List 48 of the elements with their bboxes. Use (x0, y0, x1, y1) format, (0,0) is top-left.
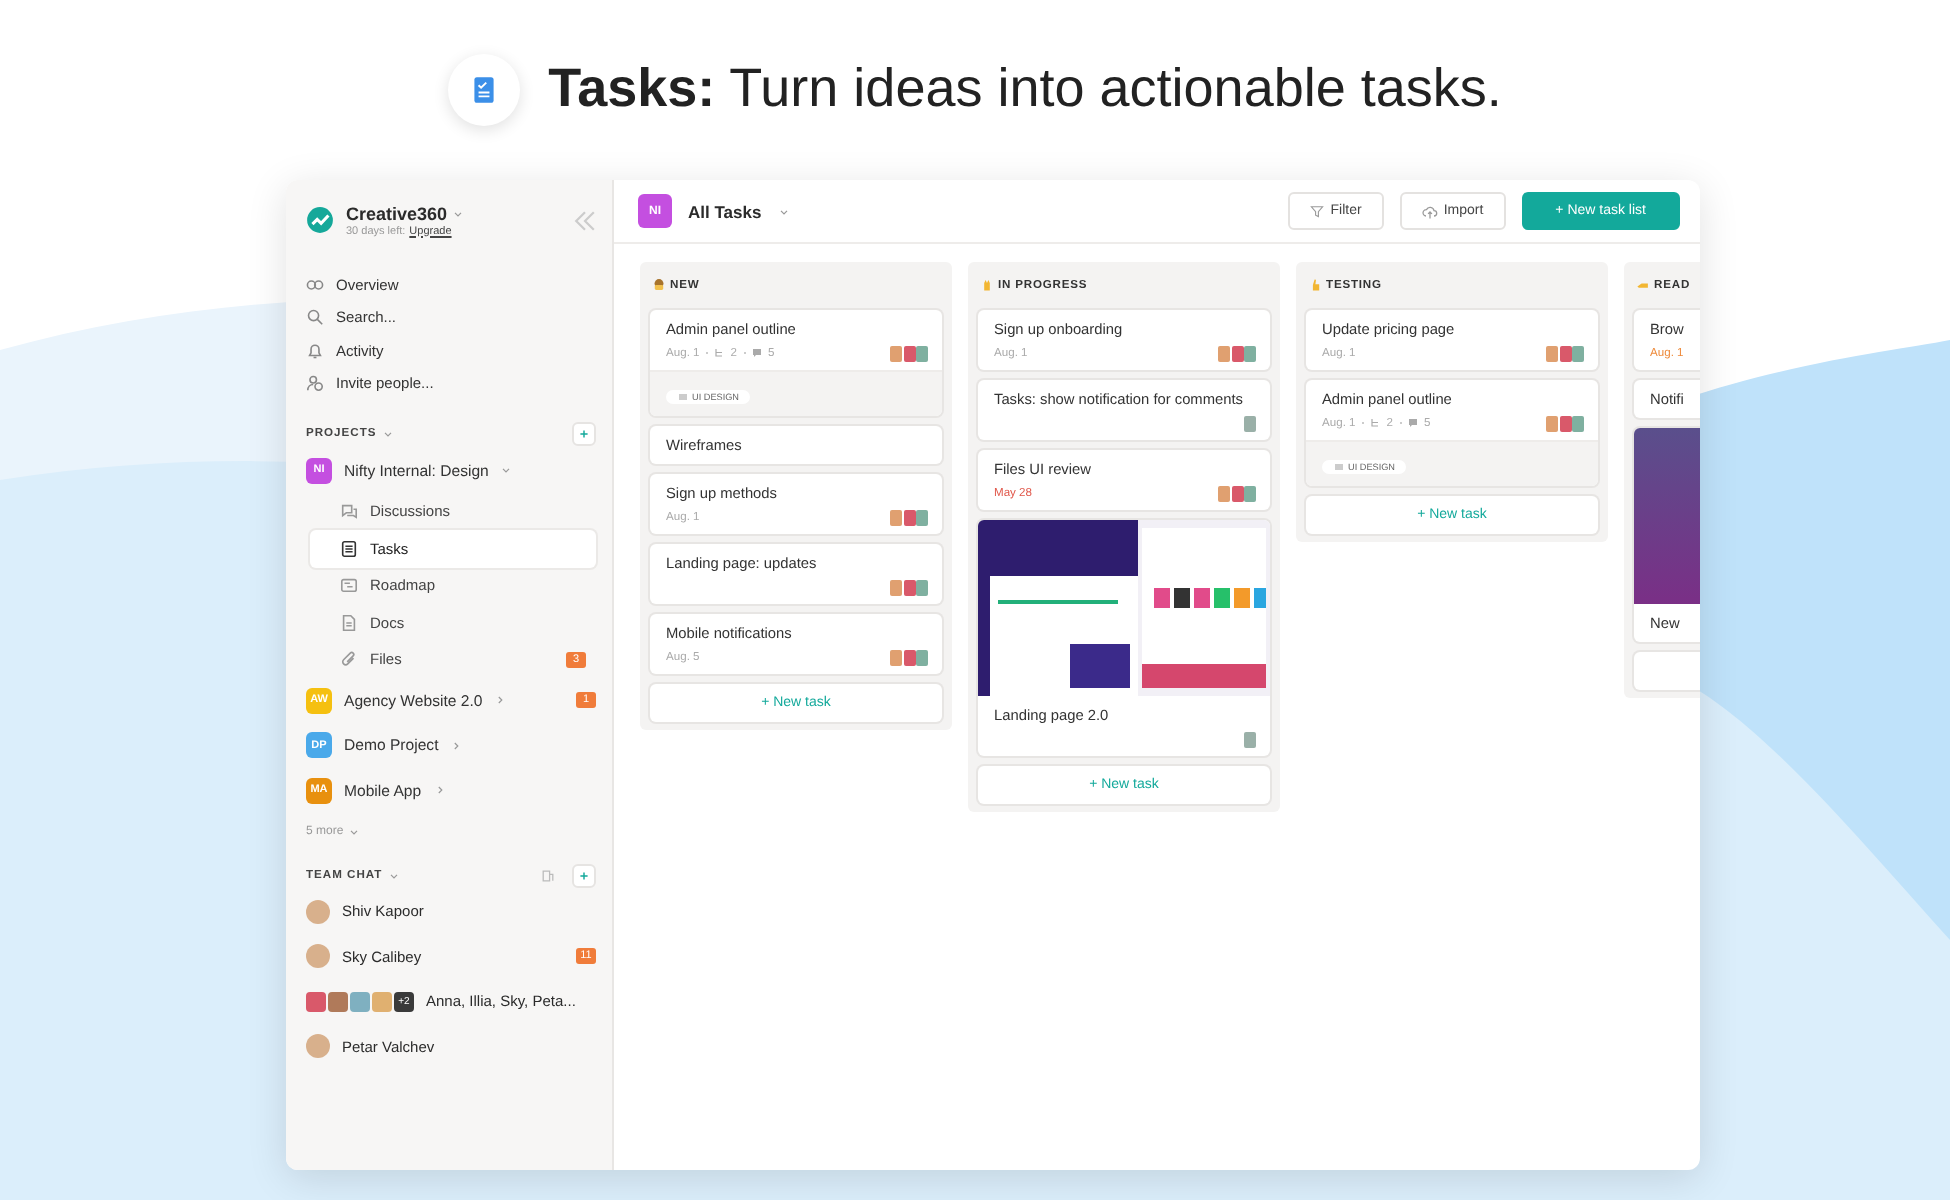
new-chat-icon (540, 867, 556, 883)
chevron-down-icon (777, 205, 790, 217)
avatar (306, 899, 330, 924)
add-chat-button[interactable] (572, 863, 596, 887)
paperclip-icon (340, 650, 358, 669)
cloud-icon (1421, 203, 1438, 219)
avatar (1244, 731, 1256, 747)
add-project-button[interactable] (572, 422, 596, 446)
roadmap-icon (340, 576, 358, 595)
emoji-face-icon (652, 278, 666, 292)
tag-icon (678, 392, 688, 402)
double-chevron-left-icon (574, 209, 596, 231)
tag-icon (1334, 462, 1344, 472)
subtask-icon (1370, 418, 1381, 428)
chevron-right-icon (494, 694, 507, 707)
logo-icon (306, 206, 334, 234)
chevron-down-icon (451, 207, 464, 219)
avatar (306, 944, 330, 969)
avatar (350, 991, 370, 1012)
document-icon (340, 613, 358, 632)
person-plus-icon (306, 374, 324, 393)
avatar (306, 1034, 330, 1059)
headline: Tasks: Turn ideas into actionable tasks. (548, 57, 1502, 119)
collapse-button[interactable] (574, 209, 596, 231)
overview-icon (306, 275, 324, 294)
chat-bubbles-icon (340, 502, 358, 521)
workspace-name: Creative360 (346, 203, 448, 223)
comment-icon (1408, 418, 1418, 428)
chevron-down-icon (382, 428, 395, 440)
task-list-icon (340, 539, 358, 558)
avatar (306, 991, 326, 1012)
chevron-down-icon (347, 825, 360, 837)
view-title: All Tasks (688, 201, 762, 221)
plus-icon (578, 869, 590, 881)
raised-hands-icon (980, 278, 994, 292)
chevron-down-icon (500, 464, 513, 477)
subtask-icon (714, 348, 725, 358)
comment-icon (752, 348, 762, 358)
chevron-right-icon (450, 739, 463, 752)
avatar (328, 991, 348, 1012)
filter-icon (1310, 204, 1325, 218)
bell-icon (306, 341, 324, 360)
chevron-right-icon (433, 784, 446, 797)
avatar (1244, 415, 1256, 431)
avatar (372, 991, 392, 1012)
search-icon (306, 308, 324, 327)
plus-icon (578, 428, 590, 440)
chevron-down-icon (388, 869, 401, 881)
